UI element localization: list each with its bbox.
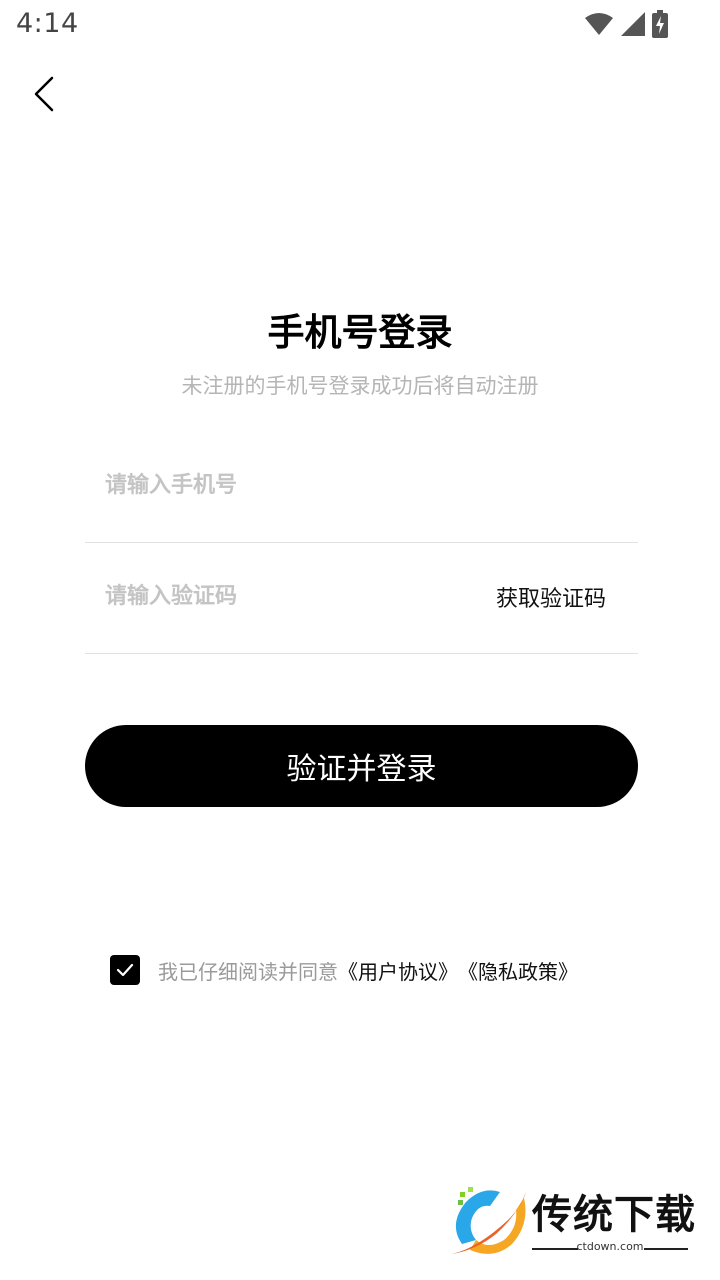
watermark-url: ctdown.com — [576, 1240, 644, 1253]
watermark-line-right — [644, 1248, 688, 1250]
agreement-checkbox[interactable] — [110, 955, 140, 985]
agreement-text: 我已仔细阅读并同意 — [158, 959, 338, 984]
verify-login-button[interactable]: 验证并登录 — [85, 725, 638, 807]
cellular-signal-icon — [621, 12, 645, 36]
code-field: 获取验证码 — [85, 543, 638, 654]
get-code-button[interactable]: 获取验证码 — [496, 581, 606, 613]
page-subtitle: 未注册的手机号登录成功后将自动注册 — [181, 374, 539, 398]
status-icons — [584, 10, 668, 38]
page-title: 手机号登录 — [267, 311, 453, 354]
checkmark-icon — [116, 963, 134, 977]
watermark-logo: 传统下载 ctdown.com — [448, 1182, 698, 1262]
user-agreement-link[interactable]: 《用户协议》 — [338, 956, 458, 985]
status-bar: 4:14 — [0, 0, 720, 48]
phone-input[interactable] — [105, 460, 465, 510]
wifi-icon — [585, 13, 613, 35]
back-button[interactable] — [22, 72, 66, 116]
agreement-row: 我已仔细阅读并同意 《用户协议》 《隐私政策》 — [110, 954, 578, 986]
code-input[interactable] — [105, 571, 465, 621]
status-time: 4:14 — [16, 8, 79, 39]
battery-charging-icon — [652, 10, 668, 38]
brand-logo-icon — [452, 1187, 526, 1254]
privacy-policy-link[interactable]: 《隐私政策》 — [458, 956, 578, 985]
chevron-left-icon — [34, 76, 54, 112]
watermark-brand: 传统下载 — [532, 1192, 696, 1238]
phone-field — [85, 432, 638, 543]
